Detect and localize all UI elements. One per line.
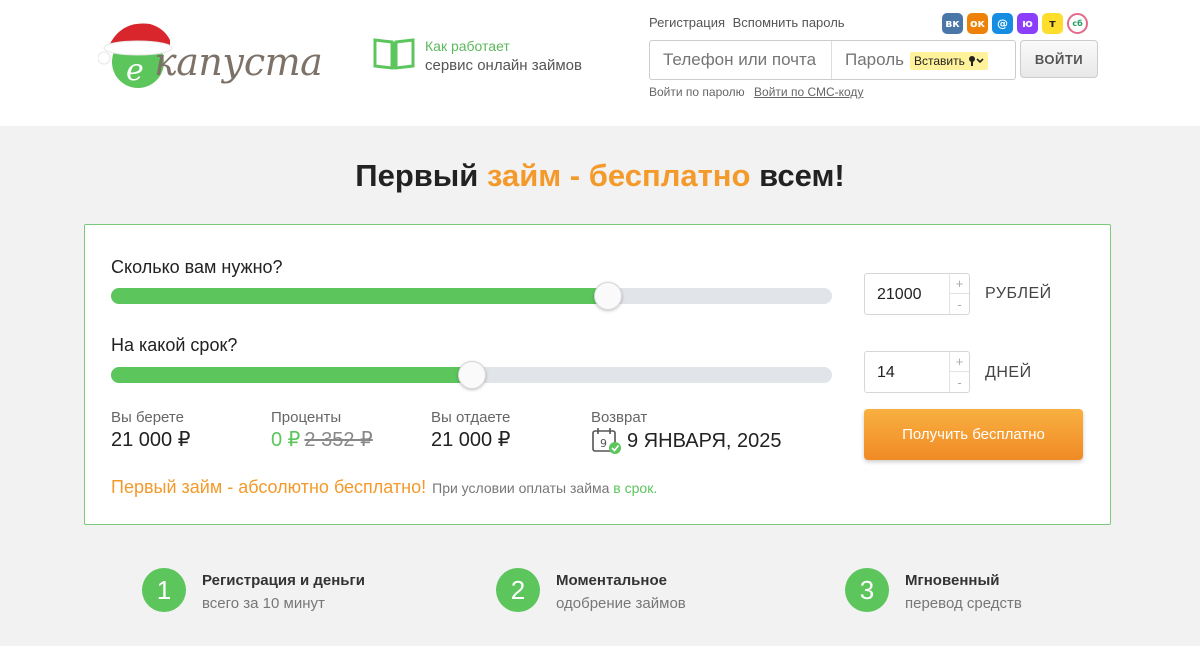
amount-question: Сколько вам нужно? [111, 257, 283, 277]
take-label: Вы берете [111, 409, 184, 426]
return-date: Возврат 9 9 ЯНВАРЯ, 2025 [591, 409, 782, 455]
term-plus-button[interactable]: + [949, 352, 969, 372]
amount-stepper[interactable]: 21000 + - [864, 273, 970, 315]
promo-text: Первый займ - абсолютно бесплатно! При ус… [111, 477, 657, 498]
step-subtitle: перевод средств [905, 595, 1022, 612]
return-date-value: 9 ЯНВАРЯ, 2025 [627, 429, 782, 452]
register-link[interactable]: Регистрация [649, 15, 725, 30]
interest-label: Проценты [271, 409, 342, 426]
step-number: 2 [496, 568, 540, 612]
amount-slider-handle[interactable] [594, 282, 623, 310]
term-stepper[interactable]: 14 + - [864, 351, 970, 393]
promo-note: При условии оплаты займа [432, 480, 610, 496]
amount-slider-fill [111, 288, 609, 304]
login-by-sms-link[interactable]: Войти по СМС-коду [754, 85, 863, 99]
term-value[interactable]: 14 [877, 364, 895, 382]
return-label: Возврат [591, 409, 648, 426]
amount-slider[interactable] [111, 282, 832, 310]
step-number: 3 [845, 568, 889, 612]
tbank-icon[interactable]: т [1042, 13, 1063, 34]
term-slider[interactable] [111, 361, 832, 389]
auth-links: Регистрация Вспомнить пароль [649, 15, 849, 30]
give-label: Вы отдаете [431, 409, 511, 426]
step-title: Регистрация и деньги [202, 572, 366, 589]
calendar-icon: 9 [592, 428, 621, 454]
svg-text:е: е [126, 53, 144, 88]
how-it-works-subtitle: сервис онлайн займов [425, 57, 582, 74]
sber-icon[interactable]: сб [1067, 13, 1088, 34]
step-title: Мгновенный [905, 572, 1000, 589]
term-question: На какой срок? [111, 335, 238, 355]
promo-note-green: в срок. [609, 480, 658, 496]
phone-or-email-input[interactable] [650, 41, 832, 79]
password-field-wrap: Вставить [832, 41, 1015, 79]
interest-value: 0 ₽ [271, 429, 301, 451]
header: е капуста Как работает сервис онлайн зай… [0, 0, 1200, 126]
svg-text:9: 9 [600, 437, 607, 450]
amount-plus-button[interactable]: + [949, 274, 969, 294]
login-form: Вставить [649, 40, 1016, 80]
take-amount: Вы берете 21 000 ₽ [111, 409, 190, 452]
remind-password-link[interactable]: Вспомнить пароль [733, 15, 845, 30]
logo-text: капуста [154, 40, 323, 84]
give-amount: Вы отдаете 21 000 ₽ [431, 409, 510, 452]
headline-highlight: займ - бесплатно [486, 158, 751, 193]
login-method-links: Войти по паролю Войти по СМС-коду [649, 85, 863, 99]
odnoklassniki-icon[interactable]: ок [967, 13, 988, 34]
get-free-loan-button[interactable]: Получить бесплатно [864, 409, 1083, 460]
promo-main: Первый займ - абсолютно бесплатно! [111, 477, 427, 497]
how-it-works-title: Как работает [425, 38, 510, 54]
return-date-row: 9 9 ЯНВАРЯ, 2025 [591, 427, 782, 455]
mailru-icon[interactable]: @ [992, 13, 1013, 34]
yumoney-icon[interactable]: ю [1017, 13, 1038, 34]
step-subtitle: всего за 10 минут [202, 595, 325, 612]
interest-values: 0 ₽2 352 ₽ [271, 427, 373, 452]
term-slider-handle[interactable] [457, 361, 486, 389]
term-slider-fill [111, 367, 472, 383]
paste-label: Вставить [914, 54, 965, 68]
give-value: 21 000 ₽ [431, 429, 511, 451]
interest: Проценты 0 ₽2 352 ₽ [271, 409, 373, 452]
loan-calculator: Сколько вам нужно? 21000 + - РУБЛЕЙ На к… [84, 224, 1111, 525]
login-by-password-link[interactable]: Войти по паролю [649, 85, 745, 99]
logo[interactable]: е капуста [98, 18, 328, 92]
book-icon [373, 38, 415, 70]
interest-old-value: 2 352 ₽ [304, 429, 373, 451]
vk-icon[interactable]: вк [942, 13, 963, 34]
paste-password-button[interactable]: Вставить [910, 52, 988, 70]
amount-minus-button[interactable]: - [949, 294, 969, 314]
amount-value[interactable]: 21000 [877, 286, 922, 304]
key-icon [968, 56, 984, 66]
login-button[interactable]: ВОЙТИ [1020, 40, 1098, 78]
page-title: Первый займ - бесплатно всем! [355, 158, 845, 193]
term-unit: ДНЕЙ [985, 364, 1032, 381]
term-minus-button[interactable]: - [949, 372, 969, 392]
step-number: 1 [142, 568, 186, 612]
step-subtitle: одобрение займов [556, 595, 686, 612]
take-value: 21 000 ₽ [111, 429, 191, 451]
amount-unit: РУБЛЕЙ [985, 285, 1052, 302]
step-title: Моментальное [556, 572, 667, 589]
